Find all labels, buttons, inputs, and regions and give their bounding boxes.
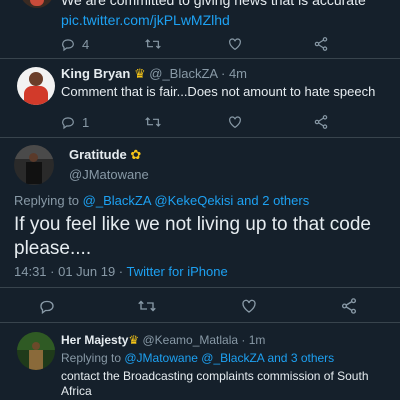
main-tweet-actions: [0, 296, 400, 316]
display-name[interactable]: King Bryan: [61, 66, 130, 81]
share-icon: [314, 37, 328, 51]
handle[interactable]: @JMatowane: [69, 167, 149, 182]
divider: [0, 58, 400, 59]
retweet-button[interactable]: [144, 112, 162, 132]
tweet-text: We are committed to giving news that is …: [61, 0, 366, 8]
sparkle-emoji-icon: ✿: [130, 147, 142, 162]
avatar[interactable]: [17, 67, 55, 105]
like-icon: [242, 299, 256, 313]
divider: [0, 137, 400, 138]
crown-emoji-icon: ♛: [128, 333, 140, 347]
share-button[interactable]: [340, 296, 358, 316]
retweet-button[interactable]: [144, 34, 162, 54]
tweet-text: contact the Broadcasting complaints comm…: [61, 369, 369, 398]
timestamp: 1m: [248, 333, 266, 347]
reply-count: 1: [82, 114, 90, 130]
reply-icon: [62, 117, 74, 130]
like-button[interactable]: [227, 112, 243, 132]
reply-button[interactable]: 1: [60, 112, 89, 132]
timestamp: 4m: [228, 66, 247, 81]
crown-emoji-icon: ♛: [133, 66, 146, 81]
tweet-meta: 14:31 · 01 Jun 19 · Twitter for iPhone: [14, 264, 228, 279]
display-name[interactable]: Her Majesty: [61, 333, 128, 347]
divider: [0, 322, 400, 323]
handle[interactable]: @Keamo_Matlala: [142, 333, 238, 347]
reply-icon: [40, 300, 54, 315]
tweet-link[interactable]: pic.twitter.com/jkPLwMZlhd: [61, 12, 230, 28]
like-icon: [229, 38, 241, 51]
like-button[interactable]: [227, 34, 243, 54]
divider: [0, 287, 400, 288]
like-icon: [229, 116, 241, 129]
share-button[interactable]: [313, 112, 329, 132]
retweet-icon: [138, 300, 156, 312]
avatar[interactable]: [17, 332, 55, 370]
handle[interactable]: @_BlackZA: [149, 66, 217, 81]
replying-handles[interactable]: @JMatowane @_BlackZA and 3 others: [124, 351, 334, 365]
retweet-button[interactable]: [137, 296, 157, 316]
replying-handles[interactable]: @_BlackZA @KekeQekisi and 2 others: [83, 193, 310, 208]
avatar[interactable]: [14, 145, 54, 185]
reply-icon: [62, 39, 74, 52]
display-name[interactable]: Gratitude: [69, 147, 127, 162]
reply-button[interactable]: 4: [60, 34, 89, 54]
replying-to: Replying to @JMatowane @_BlackZA and 3 o…: [61, 351, 335, 365]
tweet-text: If you feel like we not living up to tha…: [14, 214, 371, 259]
tweet-text: Comment that is fair...Does not amount t…: [61, 84, 376, 99]
retweet-icon: [145, 117, 161, 127]
retweet-icon: [145, 39, 161, 49]
like-button[interactable]: [240, 296, 258, 316]
source-link[interactable]: Twitter for iPhone: [127, 264, 228, 279]
reply-count: 4: [82, 36, 90, 52]
timestamp: 14:31 · 01 Jun 19 ·: [14, 264, 127, 279]
reply-button[interactable]: [38, 296, 56, 316]
share-icon: [341, 298, 357, 314]
share-icon: [314, 115, 328, 129]
avatar[interactable]: [20, 0, 54, 8]
replying-to: Replying to @_BlackZA @KekeQekisi and 2 …: [14, 193, 310, 208]
share-button[interactable]: [313, 34, 329, 54]
